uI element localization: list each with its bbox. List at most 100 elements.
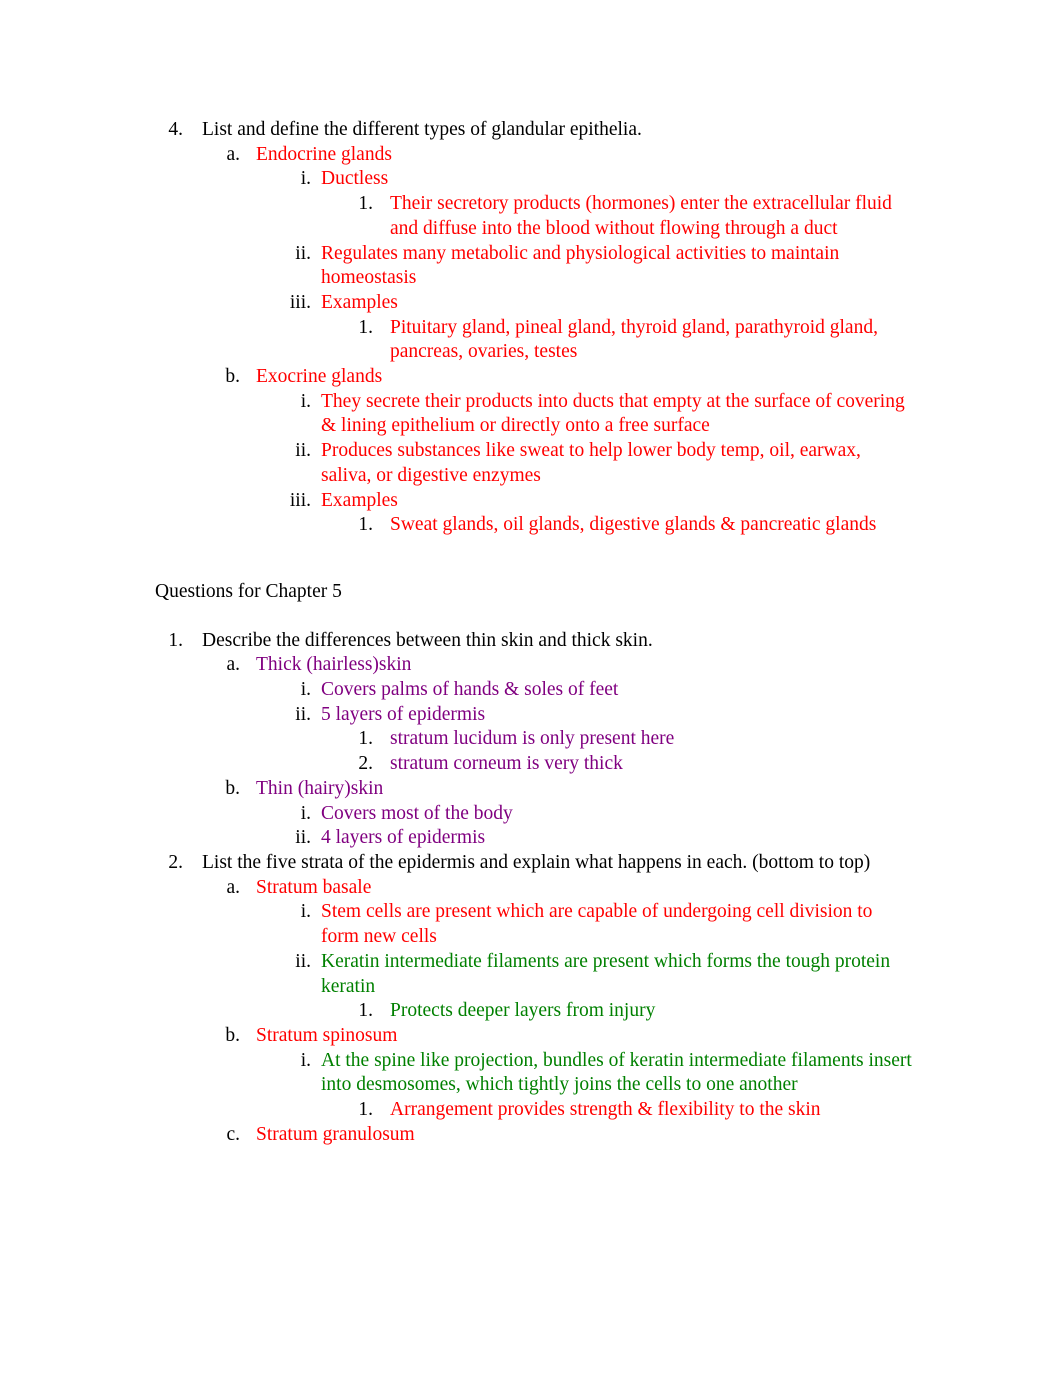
list-marker: 1. — [358, 316, 373, 338]
list-item: b. Thin (hairy)skin i. Covers most of th… — [155, 777, 915, 851]
list-item: 1. Protects deeper layers from injury — [155, 999, 915, 1024]
list-item: ii. Produces substances like sweat to he… — [155, 439, 915, 488]
list-item: ii. 4 layers of epidermis — [155, 826, 915, 851]
list-item: ii. Regulates many metabolic and physiol… — [155, 242, 915, 291]
list-marker: 1. — [358, 514, 373, 536]
section-heading: Questions for Chapter 5 — [155, 580, 342, 602]
list-item: iii. Examples 1. Pituitary gland, pineal… — [155, 291, 915, 365]
list-item: ii. 5 layers of epidermis 1. stratum luc… — [155, 703, 915, 777]
list-item: iii. Examples 1. Sweat glands, oil gland… — [155, 489, 915, 538]
list-text: Their secretory products (hormones) ente… — [390, 193, 892, 239]
list-item: i. Stem cells are present which are capa… — [155, 900, 915, 949]
list-marker: i. — [300, 901, 311, 923]
list-marker: b. — [225, 777, 240, 799]
list-marker: b. — [225, 1024, 240, 1046]
list-item: 1. Their secretory products (hormones) e… — [155, 192, 915, 241]
list-item: 4. List and define the different types o… — [155, 118, 915, 538]
outline-group: 1. Sweat glands, oil glands, digestive g… — [155, 513, 915, 538]
list-item: 1. Arrangement provides strength & flexi… — [155, 1098, 915, 1123]
list-marker: 4. — [168, 119, 183, 140]
outline-group: a. Stratum basale i. Stem cells are pres… — [155, 876, 915, 1148]
outline-group: i. Covers most of the body ii. 4 layers … — [155, 802, 915, 851]
document-page: 4. List and define the different types o… — [0, 0, 1062, 1377]
outline-group: i. At the spine like projection, bundles… — [155, 1049, 915, 1123]
outline-group: 1. Arrangement provides strength & flexi… — [155, 1098, 915, 1123]
list-marker: ii. — [295, 703, 311, 725]
list-item: i. Covers most of the body — [155, 802, 915, 827]
list-marker: b. — [225, 366, 240, 388]
list-marker: i. — [300, 679, 311, 701]
list-text: stratum lucidum is only present here — [390, 728, 675, 750]
list-marker: 2. — [358, 753, 373, 775]
list-text: Stratum basale — [256, 876, 372, 898]
list-marker: i. — [300, 1049, 311, 1071]
list-text: Thin (hairy)skin — [256, 777, 384, 799]
list-item: 1. Pituitary gland, pineal gland, thyroi… — [155, 316, 915, 365]
list-item: 1. stratum lucidum is only present here — [155, 727, 915, 752]
list-marker: 1. — [358, 1099, 373, 1121]
list-marker: 1. — [358, 1000, 373, 1022]
list-text: Keratin intermediate filaments are prese… — [321, 950, 891, 997]
list-marker: a. — [226, 143, 240, 165]
list-text: List the five strata of the epidermis an… — [202, 851, 871, 873]
list-marker: i. — [300, 390, 311, 412]
outline-group-question-1: 1. Describe the differences between thin… — [155, 629, 915, 1148]
list-text: Stratum granulosum — [256, 1123, 415, 1145]
list-text: Covers most of the body — [321, 802, 513, 824]
list-marker: iii. — [289, 489, 311, 511]
outline-group: i. Stem cells are present which are capa… — [155, 900, 915, 1024]
list-item: c. Stratum granulosum — [155, 1123, 915, 1148]
outline-group: 1. stratum lucidum is only present here … — [155, 727, 915, 776]
list-text: Arrangement provides strength & flexibil… — [390, 1099, 821, 1121]
list-text: Regulates many metabolic and physiologic… — [321, 242, 840, 289]
list-text: Pituitary gland, pineal gland, thyroid g… — [390, 316, 878, 363]
list-item: 1. Describe the differences between thin… — [155, 629, 915, 851]
document-content: 4. List and define the different types o… — [155, 118, 915, 1147]
outline-group: 1. Pituitary gland, pineal gland, thyroi… — [155, 316, 915, 365]
list-text: Protects deeper layers from injury — [390, 1000, 656, 1022]
outline-group: a. Thick (hairless)skin i. Covers palms … — [155, 653, 915, 851]
list-marker: 2. — [168, 851, 183, 873]
list-marker: 1. — [358, 193, 373, 215]
list-text: Produces substances like sweat to help l… — [321, 440, 861, 486]
list-item: b. Exocrine glands i. They secrete their… — [155, 365, 915, 538]
outline-group: i. They secrete their products into duct… — [155, 390, 915, 538]
list-text: 5 layers of epidermis — [321, 703, 486, 725]
list-marker: 1. — [168, 629, 183, 651]
list-marker: ii. — [295, 827, 311, 849]
list-marker: c. — [226, 1123, 240, 1145]
list-marker: 1. — [358, 728, 373, 750]
list-text: Endocrine glands — [256, 143, 392, 165]
list-item: i. They secrete their products into duct… — [155, 390, 915, 439]
list-text: List and define the different types of g… — [202, 119, 642, 140]
list-marker: a. — [226, 654, 240, 676]
outline-group: 1. Protects deeper layers from injury — [155, 999, 915, 1024]
outline-group-question-4: 4. List and define the different types o… — [155, 118, 915, 538]
list-text: Examples — [321, 489, 398, 511]
list-text: They secrete their products into ducts t… — [321, 390, 905, 437]
list-text: Ductless — [321, 168, 389, 190]
list-text: 4 layers of epidermis — [321, 827, 486, 849]
list-item: i. At the spine like projection, bundles… — [155, 1049, 915, 1123]
list-item: a. Thick (hairless)skin i. Covers palms … — [155, 653, 915, 777]
list-text: Thick (hairless)skin — [256, 654, 412, 676]
outline-group: a. Endocrine glands i. Ductless 1. Their… — [155, 143, 915, 538]
list-marker: ii. — [295, 440, 311, 462]
heading-gap — [155, 605, 915, 629]
list-text: At the spine like projection, bundles of… — [321, 1049, 912, 1096]
list-marker: ii. — [295, 950, 311, 972]
list-marker: a. — [226, 876, 240, 898]
list-item: a. Endocrine glands i. Ductless 1. Their… — [155, 143, 915, 365]
list-text: Exocrine glands — [256, 366, 383, 388]
list-item: i. Covers palms of hands & soles of feet — [155, 678, 915, 703]
outline-group: i. Covers palms of hands & soles of feet… — [155, 678, 915, 777]
list-text: Describe the differences between thin sk… — [202, 629, 653, 651]
list-text: Examples — [321, 291, 398, 313]
list-text: stratum corneum is very thick — [390, 753, 623, 775]
list-item: 2. stratum corneum is very thick — [155, 752, 915, 777]
list-item: b. Stratum spinosum i. At the spine like… — [155, 1024, 915, 1123]
list-item: a. Stratum basale i. Stem cells are pres… — [155, 876, 915, 1024]
list-text: Covers palms of hands & soles of feet — [321, 679, 619, 701]
list-marker: i. — [300, 802, 311, 824]
list-text: Stratum spinosum — [256, 1024, 398, 1046]
